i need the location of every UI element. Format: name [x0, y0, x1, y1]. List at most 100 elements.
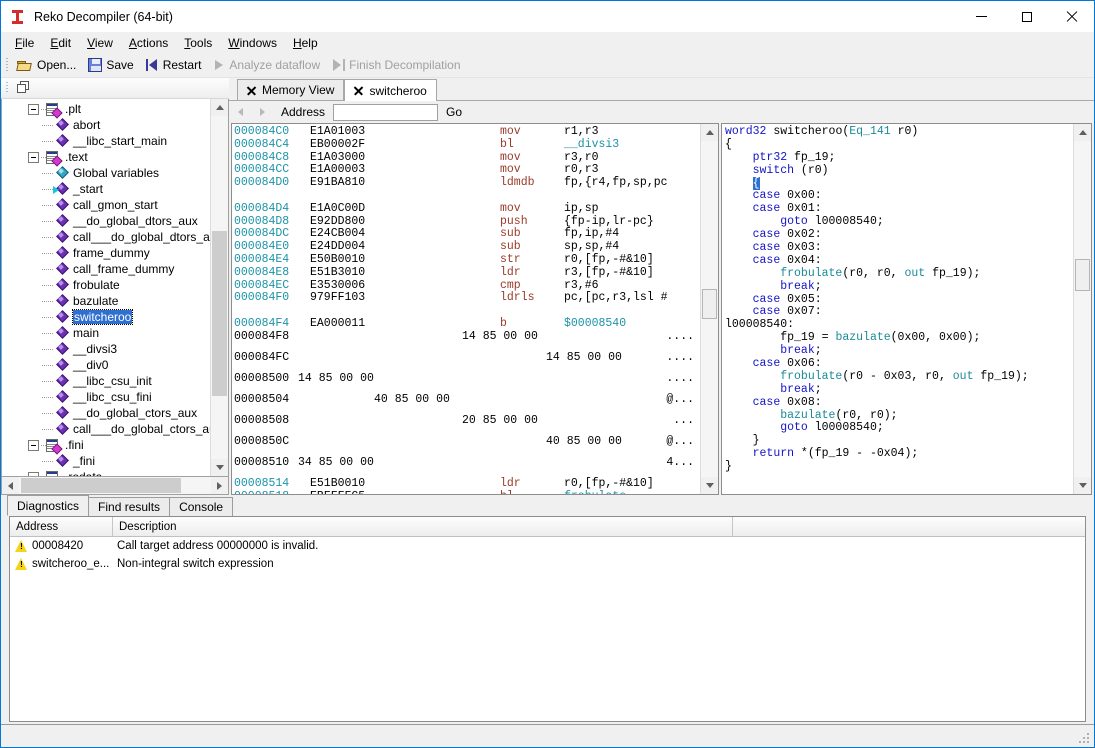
address-input[interactable]	[333, 104, 438, 121]
minimize-button[interactable]	[959, 1, 1004, 32]
disassembly-line[interactable]: 000084D0E91BA810ldmdbfp,{r4,fp,sp,pc	[234, 177, 700, 190]
menu-item-edit[interactable]: Edit	[42, 34, 79, 52]
tree-item-div0[interactable]: __div0	[2, 357, 210, 373]
tree-item-call-do-global-ctors-au[interactable]: call___do_global_ctors_au	[2, 421, 210, 437]
memory-line[interactable]: 000084F814 85 00 00....	[234, 331, 700, 352]
tree-item-call-frame-dummy[interactable]: call_frame_dummy	[2, 261, 210, 277]
decompiled-line[interactable]: frobulate(r0 - 0x03, r0, out fp_19);	[725, 371, 1073, 384]
restart-button[interactable]: Restart	[140, 53, 208, 77]
disasm-scroll-thumb[interactable]	[702, 289, 717, 319]
panel-grip[interactable]	[3, 80, 11, 96]
decompiled-line[interactable]: }	[725, 461, 1073, 474]
finish-decompilation-button[interactable]: Finish Decompilation	[326, 53, 466, 77]
decompiled-line[interactable]: frobulate(r0, r0, out fp_19);	[725, 268, 1073, 281]
memory-line[interactable]: 0000850014 85 00 00....	[234, 373, 700, 394]
tree-scroll-right-button[interactable]	[211, 477, 228, 494]
tree-item-frobulate[interactable]: frobulate	[2, 277, 210, 293]
tree-item-fini[interactable]: _fini	[2, 453, 210, 469]
menu-item-actions[interactable]: Actions	[121, 34, 176, 52]
disasm-scroll-down-button[interactable]	[701, 477, 718, 494]
disassembly-line[interactable]: 000084D8E92DD800push{fp-ip,lr-pc}	[234, 216, 700, 229]
analyze-dataflow-button[interactable]: Analyze dataflow	[207, 53, 326, 77]
tree-item-global-variables[interactable]: Global variables	[2, 165, 210, 181]
tree-item-do-global-dtors-aux[interactable]: __do_global_dtors_aux	[2, 213, 210, 229]
decomp-scroll-thumb[interactable]	[1075, 259, 1090, 291]
decompiled-code-view[interactable]: word32 switcheroo(Eq_141 r0){ ptr32 fp_1…	[722, 124, 1073, 494]
decompiled-line[interactable]: goto l00008540;	[725, 422, 1073, 435]
decomp-scroll-down-button[interactable]	[1074, 477, 1091, 494]
tree-horizontal-scrollbar[interactable]	[1, 477, 229, 495]
navigate-back-button[interactable]	[229, 102, 251, 122]
disassembly-line[interactable]: 00008514E51B0010ldrr0,[fp,-#&10]	[234, 478, 700, 491]
column-header-address[interactable]: Address	[10, 517, 113, 536]
tree-item-libc-start-main[interactable]: __libc_start_main	[2, 133, 210, 149]
tree-item-call-do-global-dtors-au[interactable]: call___do_global_dtors_au	[2, 229, 210, 245]
decompiled-line[interactable]: case 0x08:	[725, 397, 1073, 410]
tree-expander[interactable]	[28, 472, 39, 476]
close-button[interactable]	[1049, 1, 1094, 32]
menu-item-windows[interactable]: Windows	[220, 34, 285, 52]
tree-item-frame-dummy[interactable]: frame_dummy	[2, 245, 210, 261]
tree-item-call-gmon-start[interactable]: call_gmon_start	[2, 197, 210, 213]
disassembly-line[interactable]: 000084F4EA000011b$00008540	[234, 318, 700, 331]
tree-item-start[interactable]: _start	[2, 181, 210, 197]
decompiled-line[interactable]: return *(fp_19 - -0x04);	[725, 448, 1073, 461]
resize-grip-icon[interactable]	[1079, 733, 1091, 745]
open-button[interactable]: Open...	[11, 53, 82, 77]
decomp-scroll-up-button[interactable]	[1074, 124, 1091, 141]
memory-line[interactable]: 0000851034 85 00 004...	[234, 457, 700, 478]
tree-expander[interactable]	[28, 440, 39, 451]
disassembly-line[interactable]: 000084C8E1A03000movr3,r0	[234, 152, 700, 165]
tree-item-abort[interactable]: abort	[2, 117, 210, 133]
decompiler-vertical-scrollbar[interactable]	[1073, 124, 1091, 494]
bottom-tab-console[interactable]: Console	[169, 497, 233, 516]
close-icon[interactable]	[247, 86, 256, 95]
menu-item-tools[interactable]: Tools	[176, 34, 220, 52]
tree-scroll-up-button[interactable]	[211, 99, 228, 116]
disasm-scroll-track[interactable]	[701, 141, 718, 477]
disassembly-line[interactable]: 000084E4E50B0010strr0,[fp,-#&10]	[234, 254, 700, 267]
document-tab-switcheroo[interactable]: switcheroo	[344, 79, 436, 101]
menu-item-help[interactable]: Help	[285, 34, 326, 52]
disassembly-view[interactable]: 000084C0E1A01003movr1,r3000084C4EB00002F…	[232, 124, 700, 494]
tree-item-bazulate[interactable]: bazulate	[2, 293, 210, 309]
decompiled-line[interactable]: switch (r0)	[725, 165, 1073, 178]
project-tree[interactable]: .pltabort__libc_start_main.textGlobal va…	[2, 99, 210, 476]
tree-item-libc-csu-fini[interactable]: __libc_csu_fini	[2, 389, 210, 405]
menu-item-file[interactable]: File	[7, 34, 42, 52]
disassembly-line[interactable]: 000084DCE24CB004subfp,ip,#4	[234, 228, 700, 241]
menu-item-view[interactable]: View	[79, 34, 121, 52]
navigate-forward-button[interactable]	[251, 102, 273, 122]
memory-line[interactable]: 0000850440 85 00 00@...	[234, 394, 700, 415]
tree-item-main[interactable]: main	[2, 325, 210, 341]
bottom-tab-find-results[interactable]: Find results	[88, 497, 170, 516]
tree-item-text[interactable]: .text	[2, 149, 210, 165]
disassembly-vertical-scrollbar[interactable]	[700, 124, 718, 494]
decompiled-line[interactable]	[725, 474, 1073, 487]
disassembly-line[interactable]: 00008518EBFFFFC5blfrobulate	[234, 491, 700, 494]
tree-scroll-down-button[interactable]	[211, 459, 228, 476]
decompiled-line[interactable]	[725, 487, 1073, 494]
column-header-description[interactable]: Description	[113, 517, 733, 536]
tree-scroll-thumb[interactable]	[212, 231, 227, 396]
tree-scroll-track[interactable]	[211, 116, 228, 459]
tree-hscroll-thumb[interactable]	[21, 478, 181, 493]
tree-item-fini[interactable]: .fini	[2, 437, 210, 453]
disassembly-line[interactable]: 000084C0E1A01003movr1,r3	[234, 126, 700, 139]
tree-scroll-left-button[interactable]	[2, 477, 19, 494]
tree-item-rodata[interactable]: .rodata	[2, 469, 210, 476]
tree-item-do-global-ctors-aux[interactable]: __do_global_ctors_aux	[2, 405, 210, 421]
tree-item-libc-csu-init[interactable]: __libc_csu_init	[2, 373, 210, 389]
bottom-tab-diagnostics[interactable]: Diagnostics	[7, 495, 89, 516]
save-button[interactable]: Save	[82, 53, 139, 77]
disassembly-line[interactable]: 000084C4EB00002Fbl__divsi3	[234, 139, 700, 152]
diagnostics-row[interactable]: 00008420Call target address 00000000 is …	[10, 537, 1085, 555]
tree-expander[interactable]	[28, 152, 39, 163]
disassembly-line[interactable]: 000084E8E51B3010ldrr3,[fp,-#&10]	[234, 267, 700, 280]
disassembly-line[interactable]: 000084D4E1A0C00Dmovip,sp	[234, 203, 700, 216]
disasm-scroll-up-button[interactable]	[701, 124, 718, 141]
decomp-scroll-track[interactable]	[1074, 141, 1091, 477]
tree-hscroll-track[interactable]	[19, 477, 211, 494]
document-tab-memory-view[interactable]: Memory View	[237, 79, 344, 100]
tree-item-plt[interactable]: .plt	[2, 101, 210, 117]
